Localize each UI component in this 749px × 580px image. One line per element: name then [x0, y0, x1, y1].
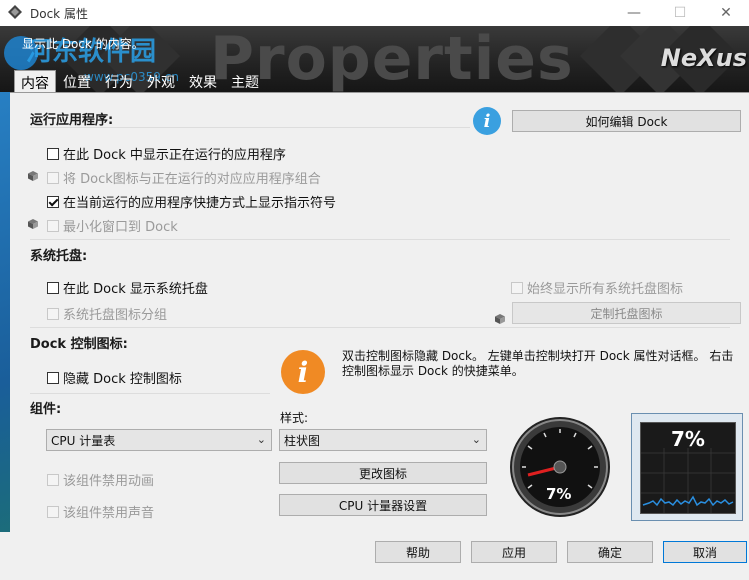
checkbox-box[interactable] — [47, 505, 59, 518]
cube-icon — [28, 171, 38, 181]
meter-value: 7% — [671, 427, 705, 451]
checkbox-label: 该组件禁用声音 — [63, 506, 155, 521]
dock-control-help-text: 双击控制图标隐藏 Dock。 左键单击控制块打开 Dock 属性对话框。 右击控… — [342, 349, 734, 378]
checkbox-box[interactable] — [47, 219, 59, 232]
checkbox-disable-animation[interactable]: 该组件禁用动画 — [47, 470, 154, 489]
checkbox-box[interactable] — [47, 307, 59, 320]
widgets-heading: 组件: — [30, 402, 62, 417]
divider — [30, 127, 470, 128]
checkbox-show-indicator[interactable]: 在当前运行的应用程序快捷方式上显示指示符号 — [47, 192, 336, 211]
widget-select[interactable]: CPU 计量表 ⌄ — [46, 429, 272, 451]
checkbox-show-running-apps[interactable]: 在此 Dock 中显示正在运行的应用程序 — [47, 144, 286, 163]
tab-appearance[interactable]: 外观 — [140, 70, 182, 94]
checkbox-label: 将 Dock图标与正在运行的对应应用程序组合 — [63, 172, 321, 187]
cube-icon — [28, 219, 38, 229]
cancel-button[interactable]: 取消 — [663, 541, 747, 563]
customize-tray-icons-button[interactable]: 定制托盘图标 — [512, 302, 741, 324]
checkbox-always-show-tray-icons[interactable]: 始终显示所有系统托盘图标 — [511, 278, 683, 297]
checkbox-group-tray-icons[interactable]: 系统托盘图标分组 — [47, 304, 167, 323]
checkbox-label: 在此 Dock 中显示正在运行的应用程序 — [63, 148, 286, 163]
gauge-value: 7% — [546, 485, 572, 503]
checkbox-disable-sound[interactable]: 该组件禁用声音 — [47, 502, 154, 521]
info-icon: i — [473, 107, 501, 135]
cube-icon — [495, 314, 505, 324]
running-apps-heading: 运行应用程序: — [30, 113, 114, 128]
checkbox-group-icons[interactable]: 将 Dock图标与正在运行的对应应用程序组合 — [47, 168, 321, 187]
dialog-footer: 帮助 应用 确定 取消 — [0, 532, 749, 580]
checkbox-label: 最小化窗口到 Dock — [63, 220, 178, 235]
checkbox-box[interactable] — [47, 473, 59, 486]
help-button[interactable]: 帮助 — [375, 541, 461, 563]
select-value: CPU 计量表 — [51, 433, 116, 448]
select-value: 柱状图 — [284, 433, 321, 448]
how-to-edit-dock-button[interactable]: 如何编辑 Dock — [512, 110, 741, 132]
checkbox-box[interactable] — [511, 281, 523, 294]
dock-control-icon-heading: Dock 控制图标: — [30, 337, 128, 352]
checkbox-label: 在当前运行的应用程序快捷方式上显示指示符号 — [63, 196, 337, 211]
checkbox-box[interactable] — [47, 195, 59, 208]
tab-position[interactable]: 位置 — [56, 70, 98, 94]
title-bar: Dock 属性 — ☐ ✕ — [0, 0, 749, 27]
divider — [30, 393, 270, 394]
checkbox-label: 始终显示所有系统托盘图标 — [527, 282, 684, 297]
cpu-meter-screen: 7% — [640, 422, 736, 514]
chevron-down-icon: ⌄ — [256, 433, 266, 446]
checkbox-hide-dock-control-icon[interactable]: 隐藏 Dock 控制图标 — [47, 368, 182, 387]
checkbox-label: 隐藏 Dock 控制图标 — [63, 372, 182, 387]
checkbox-box[interactable] — [47, 171, 59, 184]
ok-button[interactable]: 确定 — [567, 541, 653, 563]
style-select[interactable]: 柱状图 ⌄ — [279, 429, 487, 451]
cpu-meter-preview: 7% — [631, 413, 743, 521]
system-tray-heading: 系统托盘: — [30, 249, 88, 264]
divider — [30, 327, 730, 328]
banner-subtitle: 显示此 Dock 的内容。 — [22, 37, 144, 51]
checkbox-label: 系统托盘图标分组 — [63, 308, 168, 323]
style-label: 样式: — [280, 411, 309, 425]
checkbox-show-system-tray[interactable]: 在此 Dock 显示系统托盘 — [47, 278, 208, 297]
checkbox-label: 在此 Dock 显示系统托盘 — [63, 282, 208, 297]
checkbox-box[interactable] — [47, 371, 59, 384]
checkbox-label: 该组件禁用动画 — [63, 474, 155, 489]
close-button[interactable]: ✕ — [703, 0, 749, 26]
checkbox-box[interactable] — [47, 281, 59, 294]
checkbox-box[interactable] — [47, 147, 59, 160]
dock-app-icon — [8, 5, 22, 19]
maximize-button[interactable]: ☐ — [657, 0, 703, 26]
divider — [30, 239, 730, 240]
chevron-down-icon: ⌄ — [471, 433, 481, 446]
info-icon: i — [281, 350, 325, 394]
apply-button[interactable]: 应用 — [471, 541, 557, 563]
change-icon-button[interactable]: 更改图标 — [279, 462, 487, 484]
tab-content[interactable]: 内容 — [14, 70, 56, 94]
checkbox-minimize-to-dock[interactable]: 最小化窗口到 Dock — [47, 216, 178, 235]
tab-themes[interactable]: 主题 — [224, 70, 266, 94]
dock-properties-window: Dock 属性 — ☐ ✕ 河东软件园 www.pc0359.cn Proper… — [0, 0, 749, 580]
tab-bar: 内容 位置 行为 外观 效果 主题 — [14, 70, 266, 94]
cpu-meter-settings-button[interactable]: CPU 计量器设置 — [279, 494, 487, 516]
nexus-logo: NeXus — [660, 44, 747, 72]
tab-behavior[interactable]: 行为 — [98, 70, 140, 94]
tab-effects[interactable]: 效果 — [182, 70, 224, 94]
cpu-gauge-icon — [510, 417, 610, 517]
minimize-button[interactable]: — — [611, 0, 657, 26]
window-title: Dock 属性 — [30, 7, 88, 21]
tab-panel-content: 运行应用程序: i 如何编辑 Dock 在此 Dock 中显示正在运行的应用程序… — [10, 92, 749, 533]
